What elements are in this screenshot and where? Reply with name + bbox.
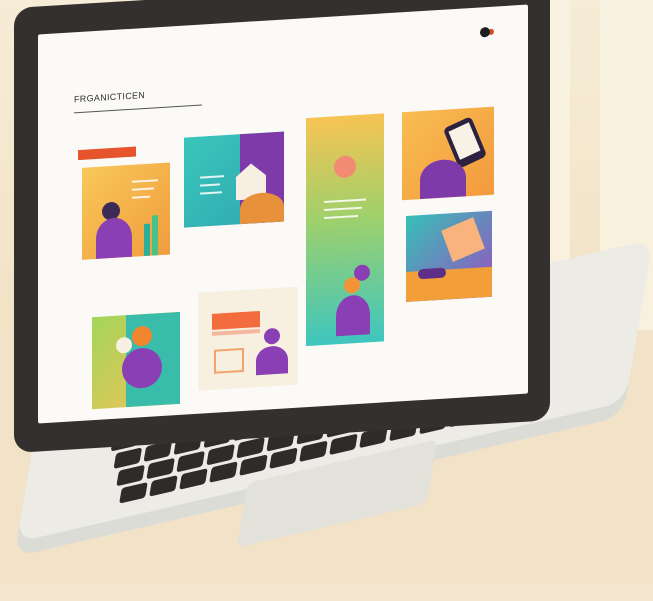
illustration-card-tall[interactable] [306, 113, 384, 347]
keyboard-key[interactable] [209, 461, 238, 483]
person-body-icon [336, 294, 370, 337]
illustration-card-house[interactable] [184, 131, 284, 228]
illustration-card-landscape[interactable] [406, 210, 492, 303]
keyboard-key[interactable] [269, 447, 298, 470]
webcam-icon [480, 26, 490, 38]
document-body [212, 328, 260, 336]
illustration-card-green[interactable] [92, 311, 180, 410]
text-line [324, 206, 362, 212]
illustration-card-document[interactable] [198, 286, 298, 391]
hill-shape [240, 191, 284, 225]
person-body-icon [420, 158, 466, 200]
text-line [324, 214, 358, 220]
text-line [200, 183, 220, 187]
keyboard-key[interactable] [179, 468, 208, 490]
text-line [324, 198, 366, 204]
text-line [132, 195, 150, 199]
phone-screen [448, 122, 481, 160]
keyboard-key[interactable] [299, 440, 328, 463]
grid-icon [214, 347, 244, 374]
illustration-card-phone[interactable] [402, 106, 494, 201]
keyboard-key[interactable] [239, 454, 268, 476]
pill-shape [418, 267, 446, 280]
keyboard-key[interactable] [329, 433, 358, 456]
laptop-screen: FRGANICTICEN [38, 4, 528, 424]
bar-chart-icon [144, 223, 150, 257]
accent-tag[interactable] [78, 146, 136, 161]
keyboard-key[interactable] [149, 475, 178, 497]
text-line [132, 179, 158, 183]
text-line [132, 187, 154, 191]
text-line [200, 191, 222, 195]
document-header [212, 310, 260, 330]
bar-chart-icon [152, 215, 158, 256]
keyboard-key[interactable] [119, 482, 148, 504]
illustration-card-person-yellow[interactable] [82, 162, 170, 260]
person-body-icon [256, 345, 288, 376]
title-divider [74, 104, 202, 114]
person-head-icon [344, 276, 360, 294]
paper-shape [441, 217, 485, 262]
site-title: FRGANICTICEN [74, 89, 146, 105]
person-body-icon [96, 216, 132, 259]
flower-icon [334, 155, 356, 179]
text-line [200, 175, 224, 179]
person-head-icon [264, 327, 280, 345]
laptop-lid: FRGANICTICEN [14, 0, 550, 454]
